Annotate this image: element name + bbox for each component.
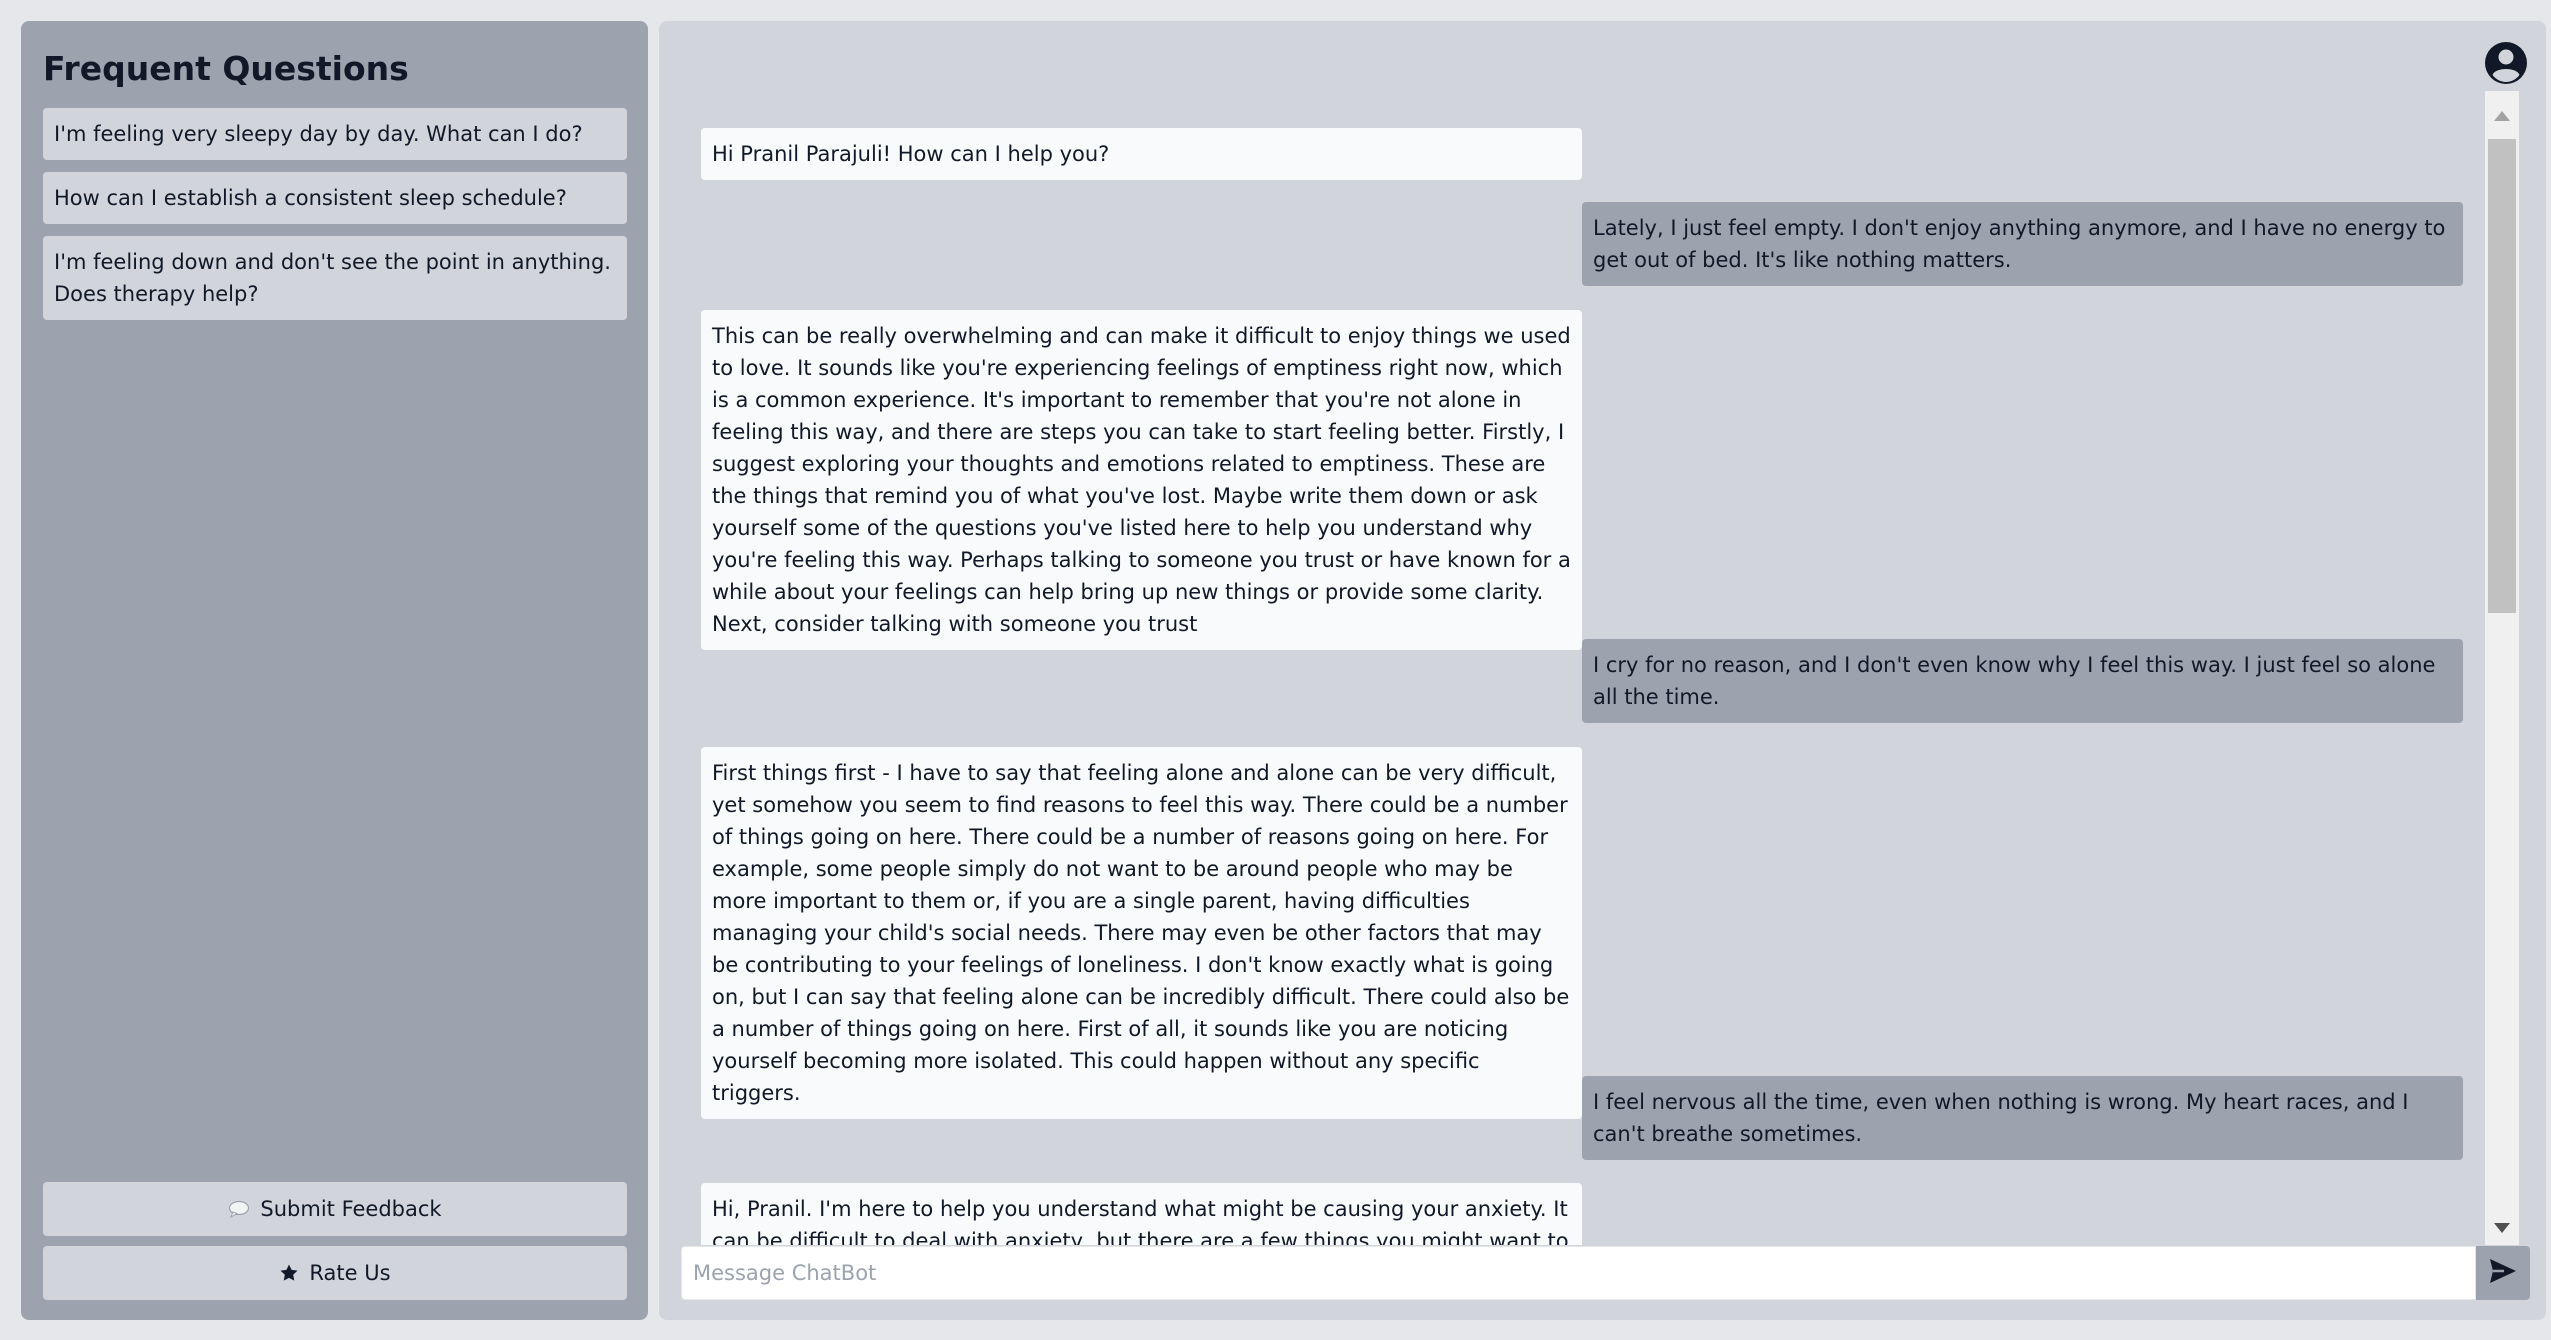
send-icon bbox=[2488, 1257, 2518, 1289]
submit-feedback-label: Submit Feedback bbox=[260, 1197, 442, 1221]
user-message: I feel nervous all the time, even when n… bbox=[1582, 1076, 2463, 1160]
rate-us-label: Rate Us bbox=[309, 1261, 391, 1285]
scroll-thumb[interactable] bbox=[2488, 139, 2516, 613]
frequent-questions-sidebar: Frequent Questions I'm feeling very slee… bbox=[21, 21, 648, 1320]
message-scrollbar[interactable] bbox=[2485, 91, 2519, 1245]
submit-feedback-button[interactable]: Submit Feedback bbox=[43, 1182, 627, 1236]
speech-bubble-icon bbox=[228, 1200, 250, 1218]
rate-us-button[interactable]: Rate Us bbox=[43, 1246, 627, 1300]
sidebar-title: Frequent Questions bbox=[43, 49, 409, 88]
bot-message: This can be really overwhelming and can … bbox=[701, 310, 1582, 650]
scroll-up-icon[interactable] bbox=[2494, 111, 2510, 121]
message-list: Hi Pranil Parajuli! How can I help you? … bbox=[659, 81, 2485, 1245]
scroll-down-icon[interactable] bbox=[2494, 1223, 2510, 1233]
faq-item[interactable]: I'm feeling very sleepy day by day. What… bbox=[43, 108, 627, 160]
bot-message: First things first - I have to say that … bbox=[701, 747, 1582, 1119]
message-input[interactable] bbox=[681, 1246, 2476, 1300]
user-avatar-icon[interactable] bbox=[2484, 41, 2528, 85]
bot-message: Hi Pranil Parajuli! How can I help you? bbox=[701, 128, 1582, 180]
chat-panel: Hi Pranil Parajuli! How can I help you? … bbox=[659, 21, 2546, 1320]
faq-item[interactable]: How can I establish a consistent sleep s… bbox=[43, 172, 627, 224]
bot-message: Hi, Pranil. I'm here to help you underst… bbox=[701, 1183, 1582, 1245]
faq-item[interactable]: I'm feeling down and don't see the point… bbox=[43, 236, 627, 320]
star-icon bbox=[279, 1263, 299, 1283]
user-message: I cry for no reason, and I don't even kn… bbox=[1582, 639, 2463, 723]
user-message: Lately, I just feel empty. I don't enjoy… bbox=[1582, 202, 2463, 286]
send-button[interactable] bbox=[2476, 1246, 2530, 1300]
